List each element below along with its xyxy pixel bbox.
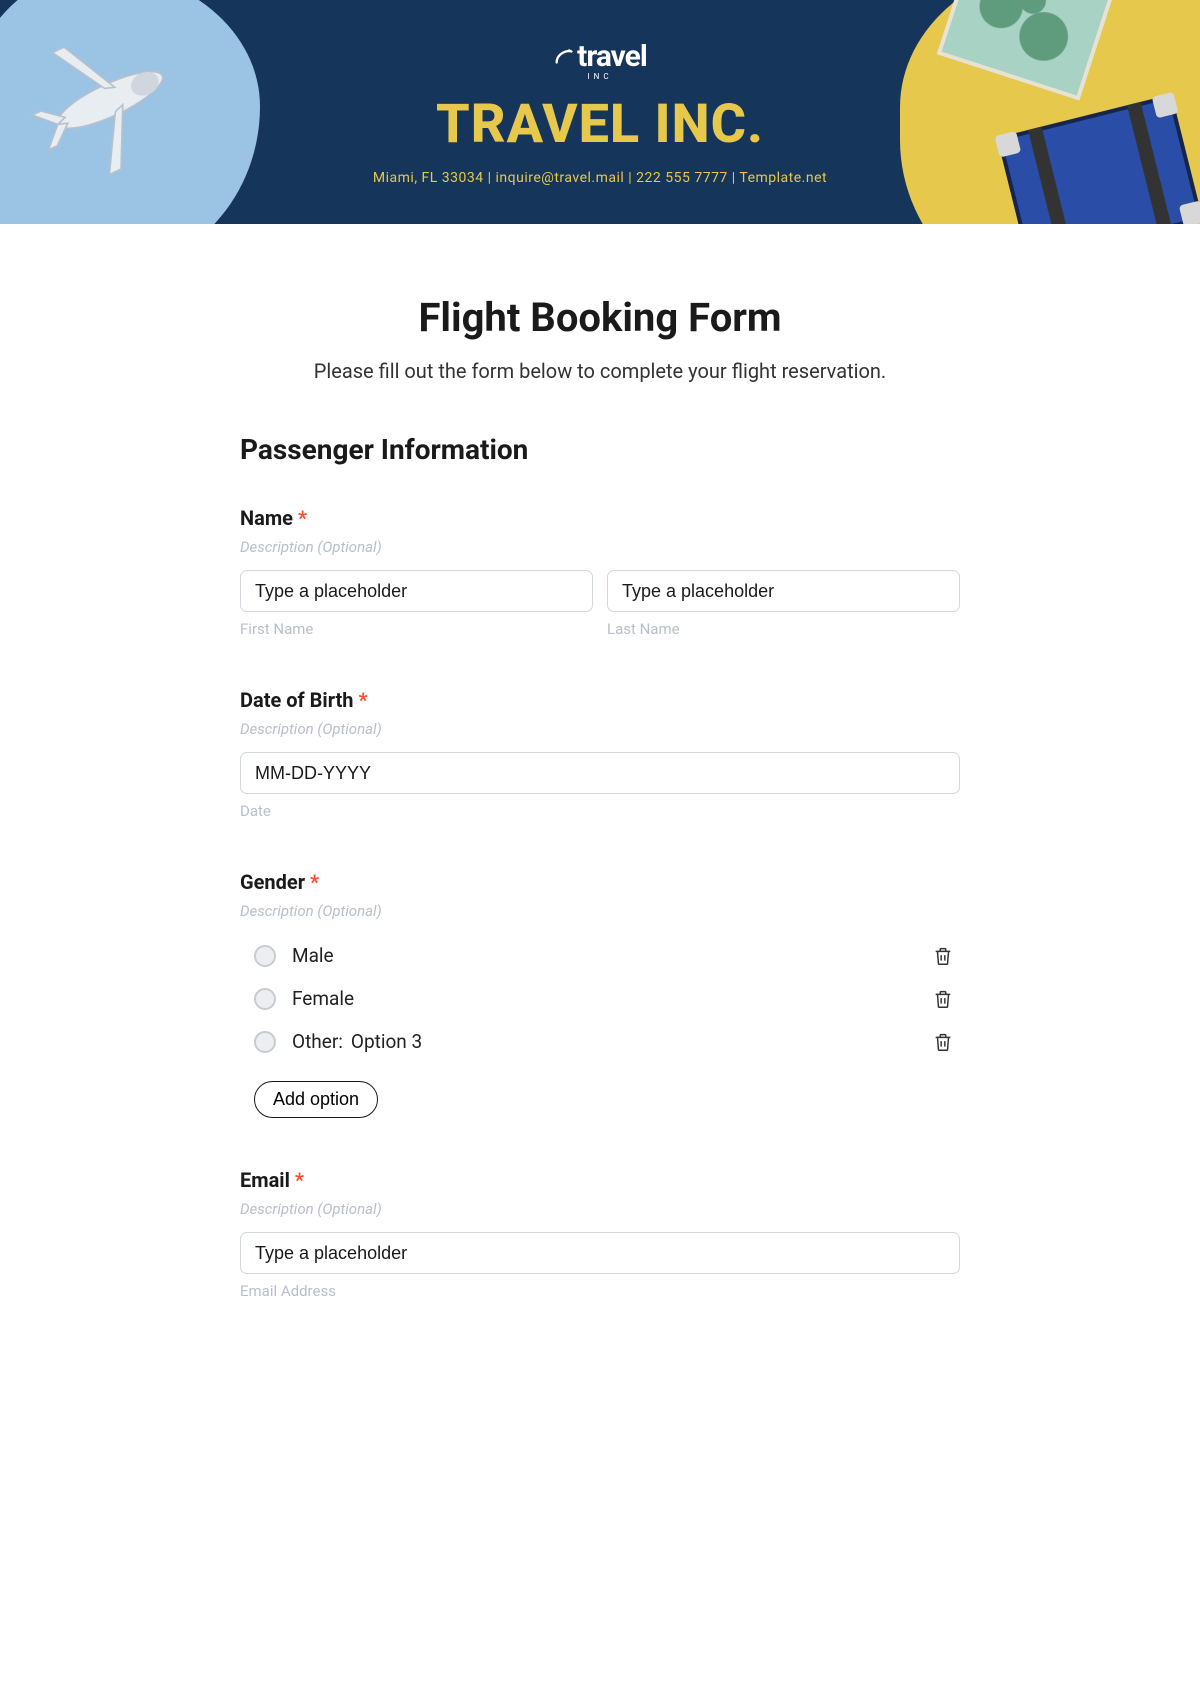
first-name-sublabel: First Name [240, 620, 593, 638]
dob-label: Date of Birth * [240, 688, 960, 712]
delete-option-icon[interactable] [932, 988, 954, 1010]
radio-other-label: Other: [292, 1030, 343, 1053]
radio-male-label: Male [292, 944, 334, 967]
email-sublabel: Email Address [240, 1282, 960, 1300]
radio-female[interactable] [254, 988, 276, 1010]
form-content: Flight Booking Form Please fill out the … [140, 224, 1060, 1350]
dob-description[interactable]: Description (Optional) [240, 720, 960, 738]
logo-subtext: INC [587, 72, 612, 81]
field-name: Name * Description (Optional) First Name… [240, 506, 960, 638]
name-label: Name * [240, 506, 960, 530]
dob-sublabel: Date [240, 802, 960, 820]
header-banner: travel INC TRAVEL INC. Miami, FL 33034 |… [0, 0, 1200, 224]
radio-other-extra[interactable]: Option 3 [351, 1030, 422, 1053]
delete-option-icon[interactable] [932, 945, 954, 967]
radio-female-label: Female [292, 987, 354, 1010]
last-name-sublabel: Last Name [607, 620, 960, 638]
banner-title: TRAVEL INC. [436, 93, 764, 156]
gender-label: Gender * [240, 870, 960, 894]
email-input[interactable] [240, 1232, 960, 1274]
name-description[interactable]: Description (Optional) [240, 538, 960, 556]
page-title: Flight Booking Form [240, 294, 960, 341]
banner-info: Miami, FL 33034 | inquire@travel.mail | … [373, 170, 827, 186]
first-name-input[interactable] [240, 570, 593, 612]
logo: travel INC [553, 39, 647, 81]
section-passenger-info: Passenger Information [240, 433, 960, 466]
logo-text: travel [553, 39, 647, 74]
delete-option-icon[interactable] [932, 1031, 954, 1053]
radio-other[interactable] [254, 1031, 276, 1053]
gender-description[interactable]: Description (Optional) [240, 902, 960, 920]
gender-option-female: Female [240, 977, 960, 1020]
page-subtitle: Please fill out the form below to comple… [240, 359, 960, 383]
field-dob: Date of Birth * Description (Optional) D… [240, 688, 960, 820]
last-name-input[interactable] [607, 570, 960, 612]
field-email: Email * Description (Optional) Email Add… [240, 1168, 960, 1300]
email-description[interactable]: Description (Optional) [240, 1200, 960, 1218]
dob-input[interactable] [240, 752, 960, 794]
field-gender: Gender * Description (Optional) Male Fem… [240, 870, 960, 1118]
radio-male[interactable] [254, 945, 276, 967]
gender-option-male: Male [240, 934, 960, 977]
add-option-button[interactable]: Add option [254, 1081, 378, 1118]
email-label: Email * [240, 1168, 960, 1192]
gender-option-other: Other: Option 3 [240, 1020, 960, 1063]
